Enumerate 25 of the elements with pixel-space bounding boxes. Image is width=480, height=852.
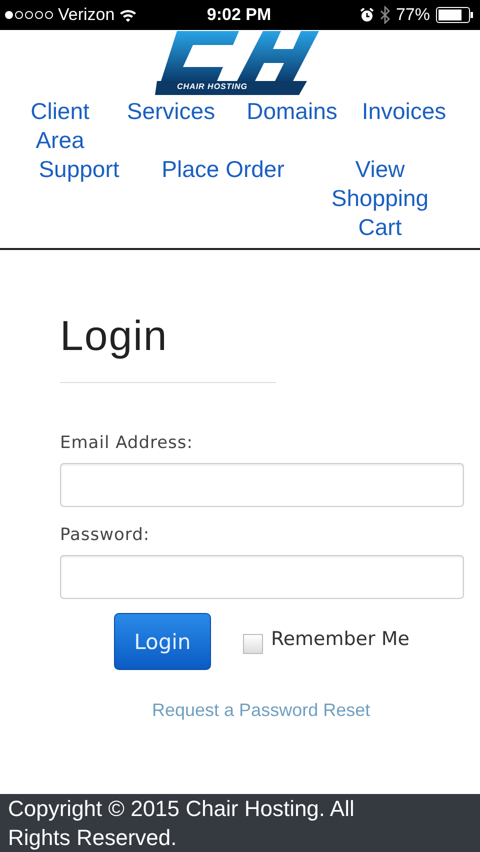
battery-icon bbox=[436, 7, 474, 23]
nav-link[interactable]: Domains bbox=[236, 97, 348, 155]
status-time: 9:02 PM bbox=[206, 5, 272, 25]
email-field[interactable] bbox=[60, 463, 464, 507]
nav-link[interactable]: Client Area bbox=[20, 97, 100, 155]
footer-text: Copyright © 2015 Chair Hosting. All Rights Reserved. bbox=[0, 794, 480, 852]
page-title: Login bbox=[60, 312, 169, 360]
nav-link[interactable]: Support bbox=[20, 155, 138, 242]
field-label: Password: bbox=[60, 525, 151, 545]
remember-checkbox[interactable] bbox=[243, 634, 263, 654]
field-label: Email Address: bbox=[60, 433, 194, 453]
carrier-name: Verizon bbox=[58, 5, 115, 25]
nav-link[interactable]: Services bbox=[106, 97, 236, 155]
nav-link[interactable]: Invoices bbox=[348, 97, 460, 155]
password-field[interactable] bbox=[60, 555, 464, 599]
remember-label: Remember Me bbox=[271, 628, 410, 650]
signal-icon bbox=[4, 10, 54, 20]
nav-link[interactable]: View Shopping Cart bbox=[320, 155, 440, 242]
alarm-icon bbox=[360, 8, 374, 22]
nav-link[interactable]: Place Order bbox=[138, 155, 308, 242]
battery-percent: 77% bbox=[396, 5, 430, 25]
bluetooth-icon bbox=[380, 6, 390, 24]
wifi-icon bbox=[118, 8, 137, 22]
logo-text: CHAIR HOSTING bbox=[177, 82, 248, 91]
login-button[interactable]: Login bbox=[114, 613, 211, 670]
